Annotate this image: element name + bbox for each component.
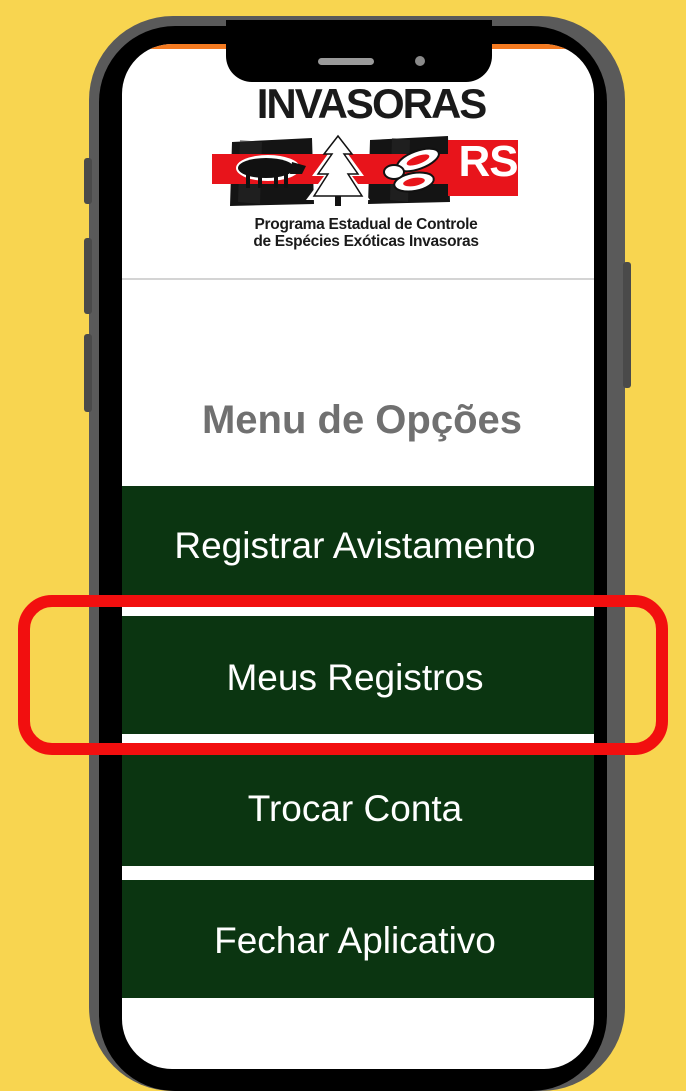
header-divider	[122, 278, 594, 280]
invasoras-logo: INVASORAS RS Programa Estadual de Contro…	[210, 82, 520, 262]
logo-title: INVASORAS	[256, 80, 488, 127]
logo-subtitle: Programa Estadual de Controle de Espécie…	[230, 216, 502, 250]
front-camera	[415, 56, 425, 66]
logo-subtitle-line-2: de Espécies Exóticas Invasoras	[253, 233, 479, 250]
power-button	[623, 262, 631, 388]
my-records-button[interactable]: Meus Registros	[122, 616, 594, 734]
speaker-grille	[318, 58, 374, 65]
phone-notch	[226, 20, 492, 82]
logo-rs-badge: RS	[458, 137, 518, 186]
close-app-button[interactable]: Fechar Aplicativo	[122, 880, 594, 998]
logo-subtitle-line-1: Programa Estadual de Controle	[254, 216, 478, 233]
menu-title: Menu de Opções	[201, 398, 523, 442]
switch-account-button[interactable]: Trocar Conta	[122, 746, 594, 866]
silent-switch	[84, 158, 92, 204]
volume-up-button	[84, 238, 92, 314]
volume-down-button	[84, 334, 92, 412]
register-sighting-button[interactable]: Registrar Avistamento	[122, 486, 594, 604]
